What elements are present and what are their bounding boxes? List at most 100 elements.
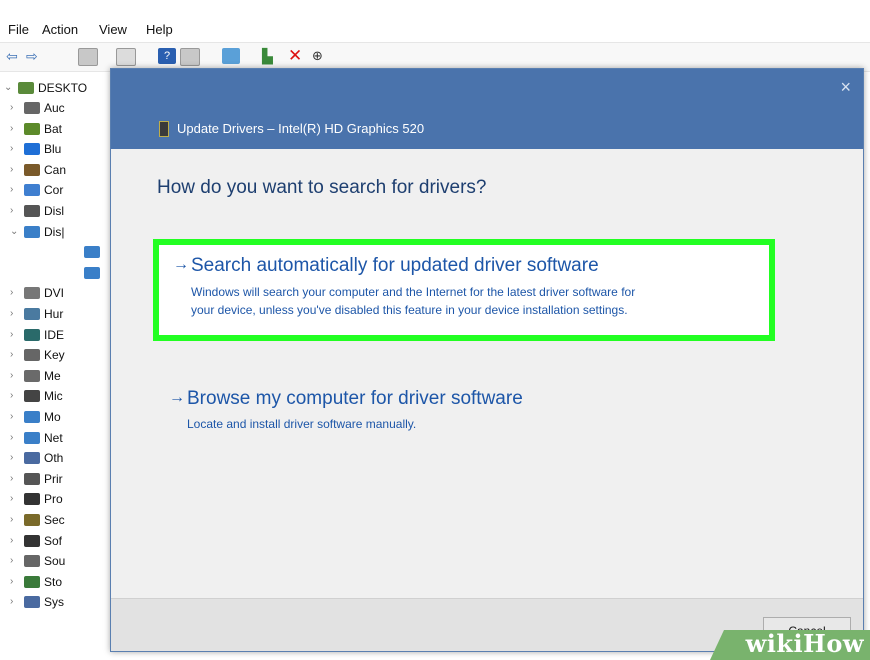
chevron-right-icon[interactable]: › <box>10 592 13 612</box>
remove-icon[interactable]: ✕ <box>288 47 306 64</box>
browse-computer-option[interactable]: → Browse my computer for driver software… <box>155 379 715 439</box>
tree-item-label: Sou <box>44 554 66 569</box>
tree-item[interactable]: › Pro <box>0 489 118 509</box>
graphics-card-icon <box>159 121 169 137</box>
device-icon <box>24 493 40 506</box>
menu-view[interactable]: View <box>99 22 127 37</box>
tree-item[interactable]: › DVI <box>0 283 118 303</box>
tree-item[interactable]: › Sou <box>0 551 118 571</box>
device-icon <box>24 534 40 547</box>
tree-item[interactable]: › Oth <box>0 448 118 468</box>
menu-help[interactable]: Help <box>146 22 173 37</box>
chevron-right-icon[interactable]: › <box>10 572 13 592</box>
update-drivers-dialog: × Update Drivers – Intel(R) HD Graphics … <box>110 68 864 652</box>
device-icon <box>24 184 40 197</box>
dialog-title: Update Drivers – Intel(R) HD Graphics 52… <box>177 121 425 136</box>
back-icon[interactable]: ⇦ <box>6 48 24 64</box>
chevron-right-icon[interactable]: › <box>10 139 13 159</box>
chevron-right-icon[interactable]: › <box>10 325 13 345</box>
tree-item-label: Sof <box>44 533 63 548</box>
tree-item[interactable] <box>0 242 118 262</box>
menu-bar: File Action View Help <box>0 0 870 38</box>
tree-item-label: Oth <box>44 451 64 466</box>
tree-item[interactable]: › Mic <box>0 386 118 406</box>
option-description-line1: Windows will search your computer and th… <box>191 285 636 299</box>
monitor-icon[interactable] <box>222 48 240 64</box>
arrow-right-icon: → <box>169 389 185 406</box>
tree-item[interactable]: › Disl <box>0 201 118 221</box>
tree-item-label: Can <box>44 162 67 177</box>
option-title[interactable]: Browse my computer for driver software <box>187 388 523 410</box>
option-title[interactable]: Search automatically for updated driver … <box>191 255 599 277</box>
menu-file[interactable]: File <box>8 22 29 37</box>
dialog-header: × Update Drivers – Intel(R) HD Graphics … <box>111 69 863 149</box>
tree-item[interactable]: › Prir <box>0 469 118 489</box>
tree-item[interactable]: › Hur <box>0 304 118 324</box>
update-icon[interactable]: ▙ <box>262 48 280 64</box>
chevron-right-icon[interactable]: › <box>10 201 13 221</box>
tree-item[interactable]: › Mo <box>0 407 118 427</box>
forward-icon[interactable]: ⇨ <box>26 48 44 64</box>
tree-item[interactable]: › Blu <box>0 139 118 159</box>
tree-item[interactable]: › Me <box>0 366 118 386</box>
tree-item-label: Hur <box>44 307 64 321</box>
chevron-right-icon[interactable]: › <box>10 510 13 530</box>
chevron-right-icon[interactable]: › <box>10 304 13 324</box>
device-icon <box>24 369 40 382</box>
device-icon <box>24 575 40 588</box>
chevron-right-icon[interactable]: › <box>10 160 13 180</box>
chevron-right-icon[interactable]: › <box>10 180 13 200</box>
chevron-right-icon[interactable]: › <box>10 489 13 509</box>
chevron-down-icon[interactable]: ⌄ <box>4 78 12 98</box>
chevron-right-icon[interactable]: › <box>10 98 13 118</box>
help-icon[interactable]: ? <box>158 48 176 64</box>
download-icon[interactable]: ⊕ <box>312 48 330 64</box>
close-icon[interactable]: × <box>840 77 851 98</box>
chevron-right-icon[interactable]: › <box>10 119 13 139</box>
chevron-down-icon[interactable]: ⌄ <box>10 222 18 242</box>
tree-item[interactable]: › Auc <box>0 98 118 118</box>
tree-root[interactable]: ⌄ DESKTO <box>0 78 118 98</box>
chevron-right-icon[interactable]: › <box>10 551 13 571</box>
tree-item[interactable] <box>0 263 118 283</box>
device-icon <box>24 143 40 156</box>
chevron-right-icon[interactable]: › <box>10 531 13 551</box>
chevron-right-icon[interactable]: › <box>10 428 13 448</box>
search-automatically-option[interactable]: → Search automatically for updated drive… <box>153 239 775 341</box>
tree-item-label: Net <box>44 430 63 445</box>
device-icon <box>24 452 40 465</box>
tree-item[interactable]: › Cor <box>0 180 118 200</box>
tree-item[interactable]: › Key <box>0 345 118 365</box>
tree-item-label: Mo <box>44 410 61 424</box>
tree-item[interactable]: › Sec <box>0 510 118 530</box>
view-icon[interactable] <box>180 48 200 66</box>
arrow-right-icon: → <box>173 256 189 273</box>
menu-action[interactable]: Action <box>42 22 78 37</box>
tree-item[interactable]: › Net <box>0 428 118 448</box>
tree-item[interactable]: › Can <box>0 160 118 180</box>
chevron-right-icon[interactable]: › <box>10 345 13 365</box>
tree-item[interactable]: ⌄ Dis| <box>0 222 118 242</box>
tree-item[interactable]: › Sys <box>0 592 118 612</box>
chevron-right-icon[interactable]: › <box>10 283 13 303</box>
chevron-right-icon[interactable]: › <box>10 386 13 406</box>
tree-item[interactable]: › Sof <box>0 531 118 551</box>
tree-item-label: DVI <box>44 286 65 301</box>
list-icon[interactable] <box>116 48 136 66</box>
device-icon <box>24 411 40 423</box>
tree-item[interactable]: › IDE <box>0 325 118 345</box>
tree-item[interactable]: › Sto <box>0 572 118 592</box>
device-icon <box>24 514 40 526</box>
device-icon <box>24 472 40 485</box>
option-description-line2: your device, unless you've disabled this… <box>191 303 628 317</box>
device-icon <box>24 122 40 135</box>
chevron-right-icon[interactable]: › <box>10 469 13 489</box>
tree-item[interactable]: › Bat <box>0 119 118 139</box>
chevron-right-icon[interactable]: › <box>10 407 13 427</box>
tree-item-label: Key <box>44 348 65 363</box>
device-icon <box>24 349 40 362</box>
chevron-right-icon[interactable]: › <box>10 366 13 386</box>
tree-item-label: Cor <box>44 183 64 198</box>
chevron-right-icon[interactable]: › <box>10 448 13 468</box>
properties-icon[interactable] <box>78 48 98 66</box>
